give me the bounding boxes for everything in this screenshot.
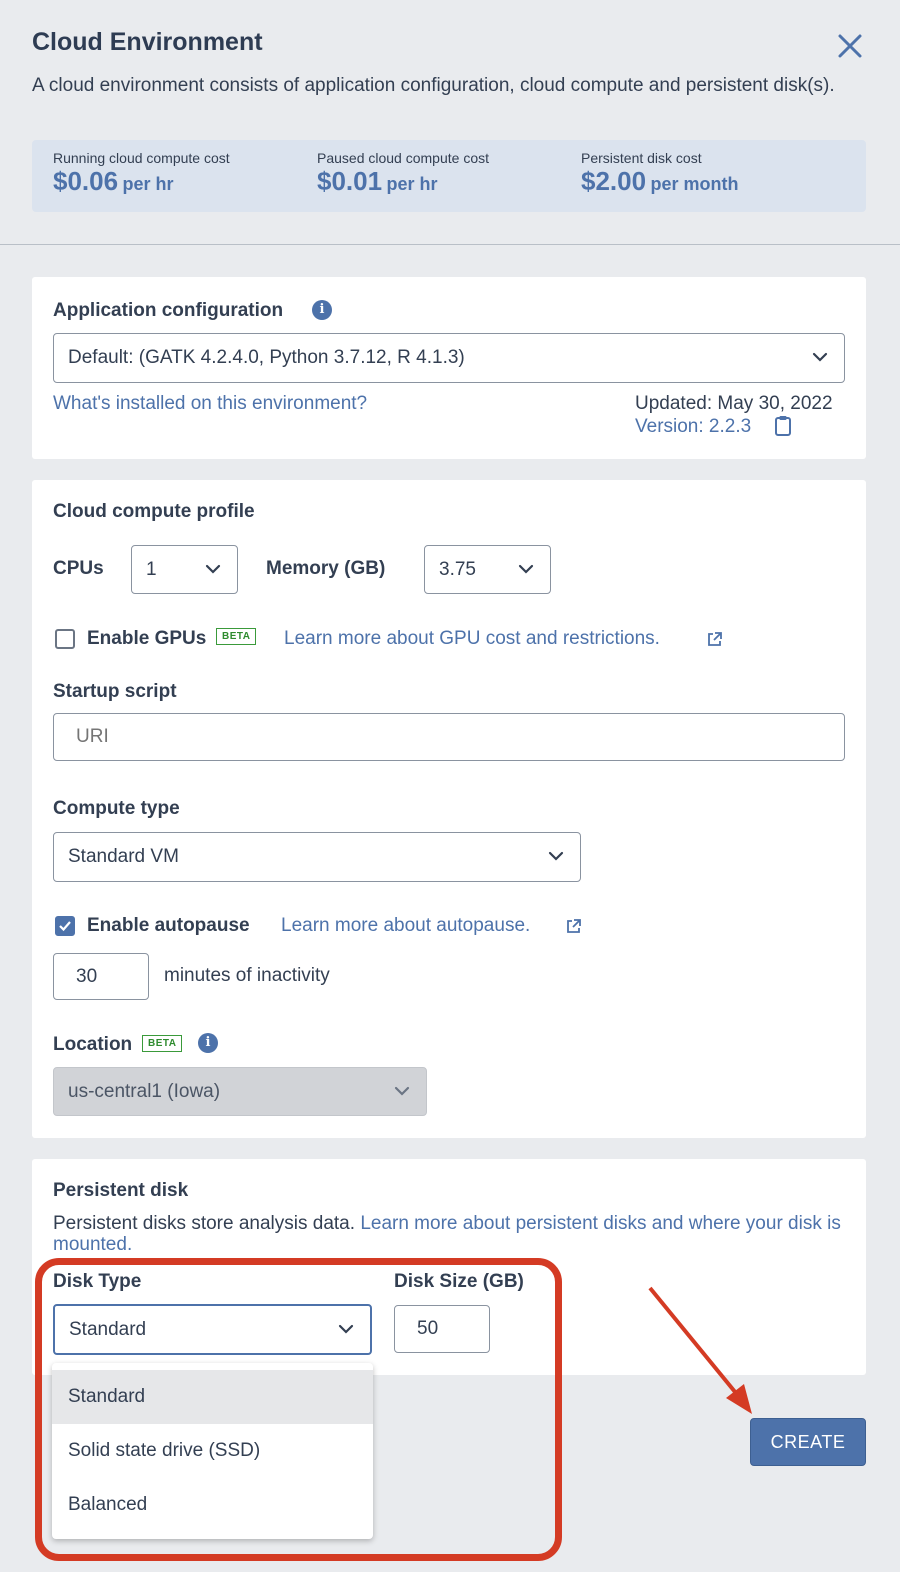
startup-script-label: Startup script <box>53 681 177 702</box>
compute-type-label: Compute type <box>53 798 180 819</box>
location-beta-badge: BETA <box>142 1035 183 1052</box>
app-config-value: Default: (GATK 4.2.4.0, Python 3.7.12, R… <box>68 347 465 368</box>
memory-value: 3.75 <box>439 558 476 580</box>
compute-heading: Cloud compute profile <box>53 501 255 522</box>
memory-select[interactable]: 3.75 <box>424 545 551 594</box>
annotation-arrow <box>648 1286 752 1414</box>
disk-cost-unit: per month <box>650 174 739 194</box>
disk-cost-value: $2.00 <box>581 166 647 196</box>
chevron-down-icon <box>548 851 564 861</box>
disk-cost-label: Persistent disk cost <box>581 150 702 166</box>
location-label: Location <box>53 1034 133 1055</box>
compute-type-select[interactable]: Standard VM <box>53 832 581 882</box>
location-value: us-central1 (Iowa) <box>68 1080 221 1102</box>
version-link[interactable]: Version: 2.2.3 <box>635 416 751 438</box>
header-divider <box>0 244 900 245</box>
gpu-beta-badge: BETA <box>216 628 257 645</box>
info-icon[interactable]: i <box>312 300 332 320</box>
paused-cost: Paused cloud compute cost $0.01 per hr <box>317 150 489 197</box>
running-cost: Running cloud compute cost $0.06 per hr <box>53 150 230 197</box>
autopause-learn-more-link[interactable]: Learn more about autopause. <box>281 915 530 937</box>
running-cost-label: Running cloud compute cost <box>53 150 230 166</box>
gpu-learn-more-link[interactable]: Learn more about GPU cost and restrictio… <box>284 628 660 650</box>
create-button[interactable]: CREATE <box>750 1418 866 1466</box>
running-cost-value: $0.06 <box>53 166 119 196</box>
memory-label: Memory (GB) <box>266 558 386 579</box>
environment-description: A cloud environment consists of applicat… <box>32 75 835 96</box>
cost-summary: Running cloud compute cost $0.06 per hr … <box>32 140 866 212</box>
close-icon[interactable] <box>836 32 864 60</box>
chevron-down-icon <box>394 1086 410 1096</box>
info-icon[interactable]: i <box>198 1033 218 1053</box>
location-select: us-central1 (Iowa) <box>53 1067 427 1116</box>
cpus-value: 1 <box>146 558 157 580</box>
paused-cost-value: $0.01 <box>317 166 383 196</box>
autopause-minutes-suffix: minutes of inactivity <box>164 965 330 986</box>
enable-gpus-checkbox[interactable] <box>55 629 75 649</box>
persistent-disk-description: Persistent disks store analysis data. Le… <box>53 1213 853 1255</box>
disk-size-input[interactable]: 50 <box>394 1305 490 1353</box>
disk-type-label: Disk Type <box>53 1271 142 1292</box>
enable-gpus-label: Enable GPUs <box>87 628 207 649</box>
page-title: Cloud Environment <box>32 28 263 56</box>
startup-script-input[interactable] <box>53 713 845 761</box>
autopause-minutes-input[interactable]: 30 <box>53 953 149 1000</box>
checkmark-icon <box>59 921 71 932</box>
cpus-select[interactable]: 1 <box>131 545 238 594</box>
disk-cost: Persistent disk cost $2.00 per month <box>581 150 739 197</box>
disk-type-value: Standard <box>69 1318 147 1340</box>
updated-date: Updated: May 30, 2022 <box>635 393 833 414</box>
disk-type-dropdown-menu: Standard Solid state drive (SSD) Balance… <box>52 1363 373 1539</box>
compute-type-value: Standard VM <box>68 846 179 867</box>
disk-type-option-standard[interactable]: Standard <box>52 1370 373 1424</box>
disk-type-select[interactable]: Standard <box>53 1304 372 1355</box>
enable-autopause-checkbox[interactable] <box>55 916 75 936</box>
cpus-label: CPUs <box>53 558 104 579</box>
whats-installed-link[interactable]: What's installed on this environment? <box>53 393 367 415</box>
running-cost-unit: per hr <box>122 174 174 194</box>
disk-type-option-balanced[interactable]: Balanced <box>52 1478 373 1532</box>
persistent-disk-desc-text: Persistent disks store analysis data. <box>53 1213 361 1234</box>
disk-type-option-ssd[interactable]: Solid state drive (SSD) <box>52 1424 373 1478</box>
clipboard-icon[interactable] <box>774 415 792 437</box>
app-config-heading: Application configuration <box>53 300 284 321</box>
paused-cost-label: Paused cloud compute cost <box>317 150 489 166</box>
enable-autopause-label: Enable autopause <box>87 915 250 936</box>
persistent-disk-heading: Persistent disk <box>53 1180 189 1201</box>
disk-size-label: Disk Size (GB) <box>394 1271 524 1292</box>
paused-cost-unit: per hr <box>386 174 438 194</box>
external-link-icon[interactable] <box>565 918 582 935</box>
chevron-down-icon <box>518 564 534 574</box>
external-link-icon[interactable] <box>706 631 723 648</box>
chevron-down-icon <box>812 352 828 362</box>
chevron-down-icon <box>338 1324 354 1334</box>
chevron-down-icon <box>205 564 221 574</box>
app-config-select[interactable]: Default: (GATK 4.2.4.0, Python 3.7.12, R… <box>53 333 845 383</box>
